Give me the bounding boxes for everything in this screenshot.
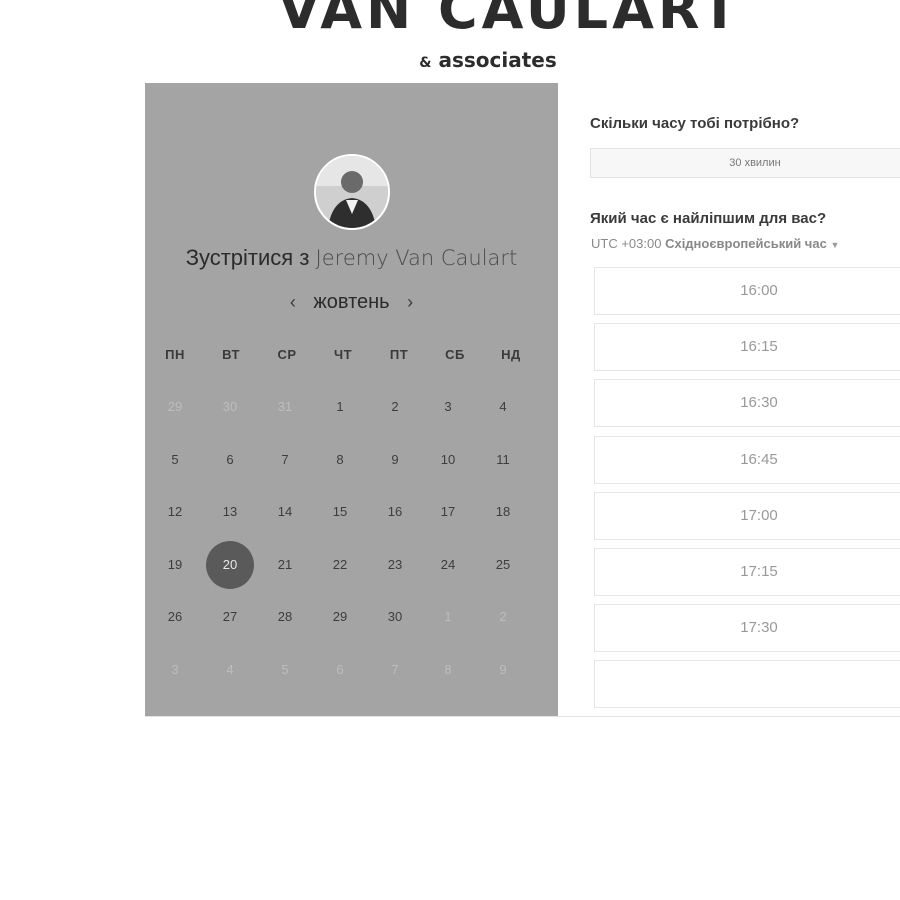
calendar-day[interactable]: 26 xyxy=(151,593,199,641)
next-month-button[interactable]: › xyxy=(395,292,425,313)
avatar xyxy=(314,154,390,230)
calendar-panel: Зустрітися з Jeremy Van Caulart ‹ жовтен… xyxy=(145,83,558,716)
timezone-select[interactable]: UTC +03:00 Східноєвропейський час ▼ xyxy=(591,236,839,251)
calendar-day: 8 xyxy=(444,661,452,677)
calendar-day[interactable]: 27 xyxy=(206,593,254,641)
calendar-day[interactable]: 10 xyxy=(424,436,472,484)
weekday-label: НД xyxy=(501,347,521,362)
calendar-day: 30 xyxy=(222,399,238,414)
time-slot[interactable]: 17:15 xyxy=(594,548,900,596)
calendar-day[interactable]: 21 xyxy=(261,541,309,589)
calendar-day[interactable]: 5 xyxy=(151,436,199,484)
calendar-day[interactable]: 7 xyxy=(261,436,309,484)
calendar-day: 7 xyxy=(391,661,399,677)
calendar-day: 5 xyxy=(281,661,289,677)
calendar-day: 3 xyxy=(171,661,179,677)
calendar-day[interactable]: 14 xyxy=(261,488,309,536)
duration-select[interactable]: 30 хвилин xyxy=(590,148,900,178)
weekday-label: СР xyxy=(277,347,297,362)
brand-subtitle: & associates xyxy=(38,48,900,72)
time-slot[interactable]: 16:00 xyxy=(594,267,900,315)
brand-subtitle-text: associates xyxy=(438,48,557,72)
time-slot[interactable]: 16:15 xyxy=(594,323,900,372)
meeting-prefix: Зустрітися з xyxy=(185,245,310,270)
calendar-day[interactable]: 3 xyxy=(424,383,472,431)
month-label: жовтень xyxy=(313,291,390,314)
calendar-day[interactable]: 17 xyxy=(424,488,472,536)
calendar-day[interactable]: 16 xyxy=(371,488,419,536)
calendar-day: 6 xyxy=(336,661,344,677)
time-slot[interactable]: 16:30 xyxy=(594,379,900,428)
weekday-label: СБ xyxy=(445,347,465,362)
calendar-day[interactable]: 25 xyxy=(479,541,527,589)
meeting-title: Зустрітися з Jeremy Van Caulart xyxy=(145,245,558,271)
host-name: Jeremy Van Caulart xyxy=(315,246,518,270)
calendar-day[interactable]: 29 xyxy=(316,593,364,641)
calendar-day[interactable]: 8 xyxy=(316,436,364,484)
timezone-name: Східноєвропейський час xyxy=(665,236,827,251)
calendar-day: 1 xyxy=(444,609,452,624)
calendar-day: 31 xyxy=(277,399,293,414)
timezone-offset: UTC +03:00 xyxy=(591,236,662,251)
time-slot[interactable]: 17:30 xyxy=(594,604,900,653)
weekday-label: ВТ xyxy=(222,347,240,362)
calendar-day[interactable]: 12 xyxy=(151,488,199,536)
calendar-day[interactable]: 1 xyxy=(316,383,364,431)
month-navigation: ‹ жовтень › xyxy=(145,291,558,314)
calendar-day[interactable]: 19 xyxy=(151,541,199,589)
prev-month-button[interactable]: ‹ xyxy=(278,292,308,313)
calendar-day[interactable]: 23 xyxy=(371,541,419,589)
time-slot[interactable]: 17:00 xyxy=(594,491,900,540)
time-slot[interactable] xyxy=(594,660,900,709)
calendar-day[interactable]: 4 xyxy=(479,383,527,431)
brand-ampersand: & xyxy=(419,55,432,71)
time-question: Який час є найліпшим для вас? xyxy=(590,210,827,227)
calendar-day[interactable]: 28 xyxy=(261,593,309,641)
duration-question: Скільки часу тобі потрібно? xyxy=(590,115,800,132)
weekday-label: ЧТ xyxy=(333,347,353,362)
weekday-label: ПН xyxy=(165,347,185,362)
booking-widget: Зустрітися з Jeremy Van Caulart ‹ жовтен… xyxy=(145,83,900,717)
calendar-day: 2 xyxy=(499,609,507,624)
weekday-header: ПН ВТ СР ЧТ ПТ СБ НД xyxy=(148,347,558,365)
chevron-down-icon: ▼ xyxy=(830,240,840,250)
calendar-day[interactable]: 2 xyxy=(371,383,419,431)
calendar-day[interactable]: 18 xyxy=(479,488,527,536)
calendar-day[interactable]: 11 xyxy=(479,436,527,484)
brand-title: VAN CAULART xyxy=(278,0,742,41)
calendar-day[interactable]: 13 xyxy=(206,488,254,536)
calendar-day[interactable]: 15 xyxy=(316,488,364,536)
calendar-day[interactable]: 22 xyxy=(316,541,364,589)
calendar-day[interactable]: 9 xyxy=(371,436,419,484)
calendar-day[interactable]: 24 xyxy=(424,541,472,589)
weekday-label: ПТ xyxy=(389,347,409,362)
calendar-day[interactable]: 30 xyxy=(371,593,419,641)
calendar-day[interactable]: 6 xyxy=(206,436,254,484)
time-panel: Скільки часу тобі потрібно? 30 хвилин Як… xyxy=(558,83,900,716)
calendar-day: 29 xyxy=(167,399,183,414)
calendar-day: 9 xyxy=(499,661,507,677)
calendar-day-selected[interactable]: 20 xyxy=(206,540,254,589)
time-slot[interactable]: 16:45 xyxy=(594,435,900,484)
calendar-day: 4 xyxy=(226,661,234,677)
